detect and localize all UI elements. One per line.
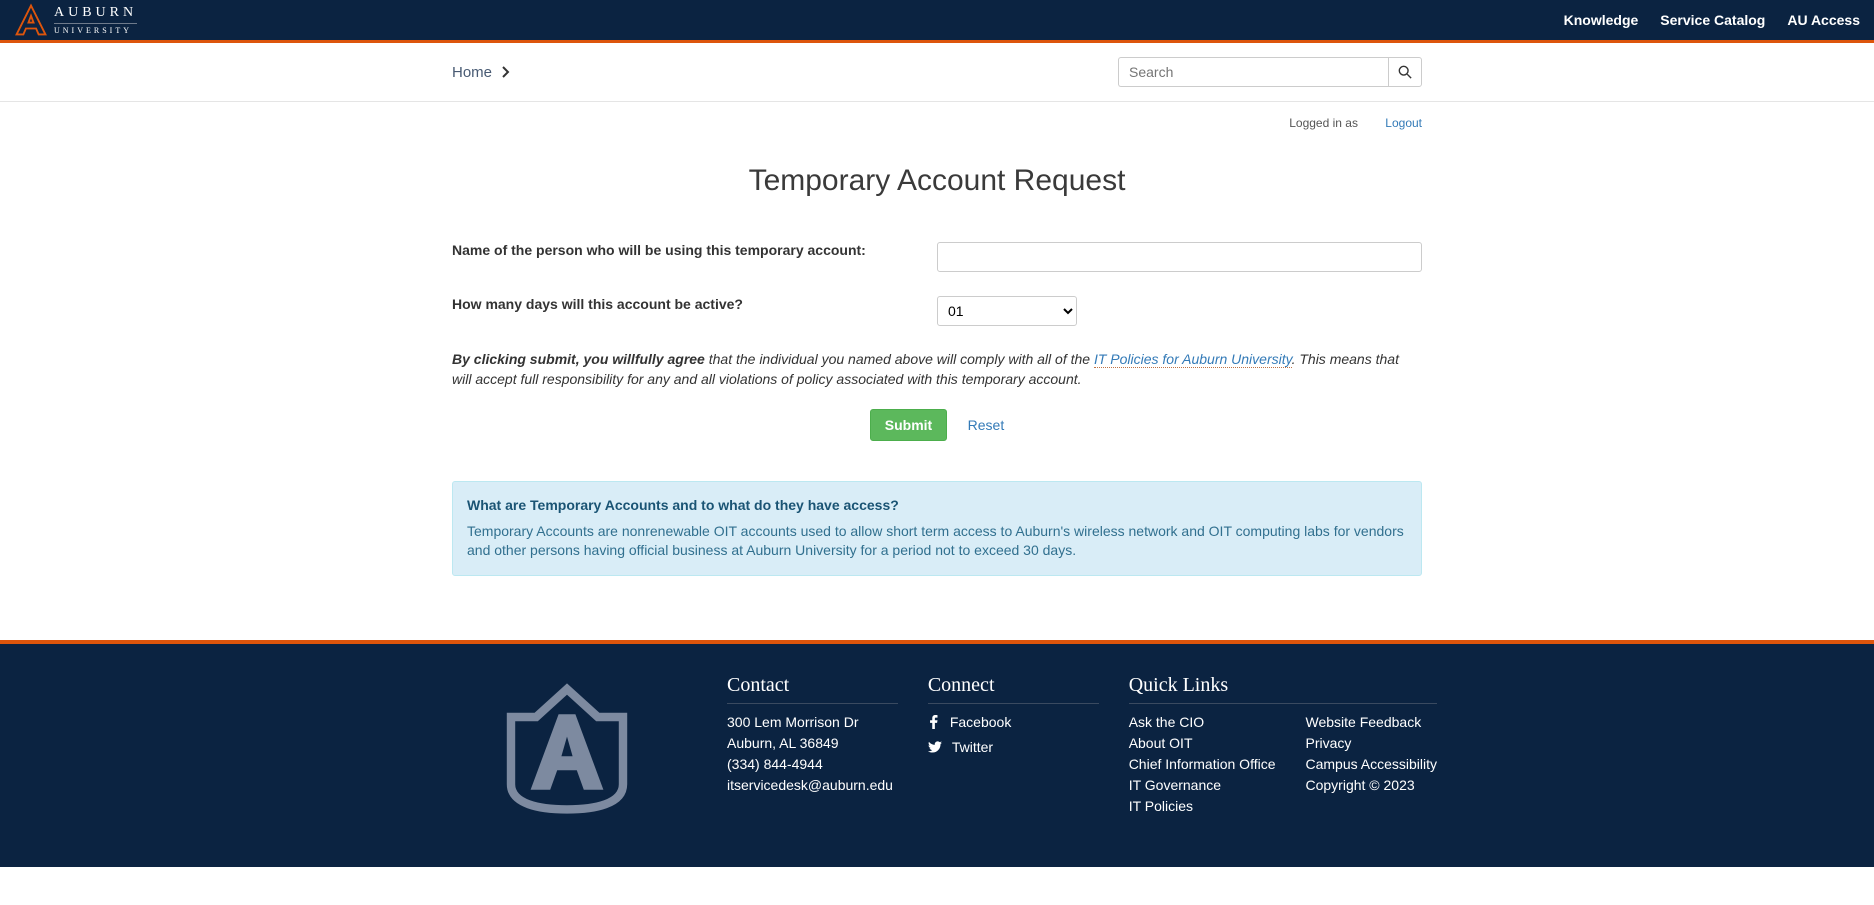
ql-it-policies[interactable]: IT Policies: [1129, 796, 1276, 817]
ql-about-oit[interactable]: About OIT: [1129, 733, 1276, 754]
it-policies-link[interactable]: IT Policies for Auburn University: [1094, 351, 1292, 368]
agreement-mid: that the individual you named above will…: [705, 351, 1094, 367]
logo-mark-icon: [14, 3, 48, 37]
info-question: What are Temporary Accounts and to what …: [467, 496, 1407, 516]
sub-bar: Home: [0, 43, 1874, 102]
ql-copyright[interactable]: Copyright © 2023: [1306, 775, 1438, 796]
twitter-icon: [928, 741, 942, 753]
ql-website-feedback[interactable]: Website Feedback: [1306, 712, 1438, 733]
agreement-text: By clicking submit, you willfully agree …: [452, 350, 1422, 389]
ql-ask-cio[interactable]: Ask the CIO: [1129, 712, 1276, 733]
primary-nav: Knowledge Service Catalog AU Access: [1564, 12, 1860, 28]
auth-row: Logged in as Logout: [452, 102, 1422, 140]
facebook-link[interactable]: Facebook: [928, 712, 1099, 733]
page-title: Temporary Account Request: [452, 164, 1422, 198]
name-field[interactable]: [937, 242, 1422, 272]
logout-link[interactable]: Logout: [1385, 116, 1422, 130]
nav-service-catalog[interactable]: Service Catalog: [1660, 12, 1765, 28]
footer-logo: [437, 674, 697, 817]
logged-in-as-label: Logged in as: [1289, 116, 1358, 130]
submit-button[interactable]: Submit: [870, 409, 947, 441]
facebook-label: Facebook: [950, 712, 1011, 733]
label-name: Name of the person who will be using thi…: [452, 242, 937, 258]
twitter-label: Twitter: [952, 737, 993, 758]
facebook-icon: [928, 715, 940, 729]
twitter-link[interactable]: Twitter: [928, 737, 1099, 758]
info-box: What are Temporary Accounts and to what …: [452, 481, 1422, 576]
ql-privacy[interactable]: Privacy: [1306, 733, 1438, 754]
days-select[interactable]: 01: [937, 296, 1077, 326]
chevron-right-icon: [502, 66, 510, 78]
footer-ql-heading: Quick Links: [1129, 674, 1437, 704]
agreement-lead: By clicking submit, you willfully agree: [452, 351, 705, 367]
footer-contact: Contact 300 Lem Morrison Dr Auburn, AL 3…: [727, 674, 898, 817]
contact-address-1: 300 Lem Morrison Dr: [727, 712, 898, 733]
ql-it-governance[interactable]: IT Governance: [1129, 775, 1276, 796]
logo-text: AUBURN UNIVERSITY: [54, 6, 137, 35]
nav-knowledge[interactable]: Knowledge: [1564, 12, 1639, 28]
nav-au-access[interactable]: AU Access: [1787, 12, 1860, 28]
au-shield-icon: [487, 675, 647, 815]
footer-connect: Connect Facebook Twitter: [928, 674, 1099, 817]
button-row: Submit Reset: [452, 409, 1422, 441]
footer-contact-heading: Contact: [727, 674, 898, 704]
search-group: [1118, 57, 1422, 87]
agreement-tail: will accept full responsibility for any …: [452, 371, 1082, 387]
logo[interactable]: AUBURN UNIVERSITY: [14, 3, 137, 37]
footer-connect-heading: Connect: [928, 674, 1099, 704]
info-answer: Temporary Accounts are nonrenewable OIT …: [467, 522, 1407, 561]
search-button[interactable]: [1388, 57, 1422, 87]
logo-main: AUBURN: [54, 6, 137, 24]
ql-cio-office[interactable]: Chief Information Office: [1129, 754, 1276, 775]
agreement-after-link: . This means that: [1292, 351, 1399, 367]
ql-accessibility[interactable]: Campus Accessibility: [1306, 754, 1438, 775]
search-input[interactable]: [1118, 57, 1388, 87]
footer: Contact 300 Lem Morrison Dr Auburn, AL 3…: [0, 640, 1874, 867]
reset-button[interactable]: Reset: [968, 417, 1005, 433]
footer-quick-links: Quick Links Ask the CIO About OIT Chief …: [1129, 674, 1437, 817]
breadcrumb: Home: [452, 64, 510, 81]
main-content: Logged in as Logout Temporary Account Re…: [452, 102, 1422, 616]
top-header: AUBURN UNIVERSITY Knowledge Service Cata…: [0, 0, 1874, 43]
contact-phone: (334) 844-4944: [727, 754, 898, 775]
contact-email[interactable]: itservicedesk@auburn.edu: [727, 775, 898, 796]
contact-address-2: Auburn, AL 36849: [727, 733, 898, 754]
logo-sub: UNIVERSITY: [54, 24, 137, 35]
search-icon: [1398, 65, 1412, 79]
breadcrumb-home[interactable]: Home: [452, 64, 492, 81]
form-row-days: How many days will this account be activ…: [452, 296, 1422, 326]
label-days: How many days will this account be activ…: [452, 296, 937, 312]
form-row-name: Name of the person who will be using thi…: [452, 242, 1422, 272]
